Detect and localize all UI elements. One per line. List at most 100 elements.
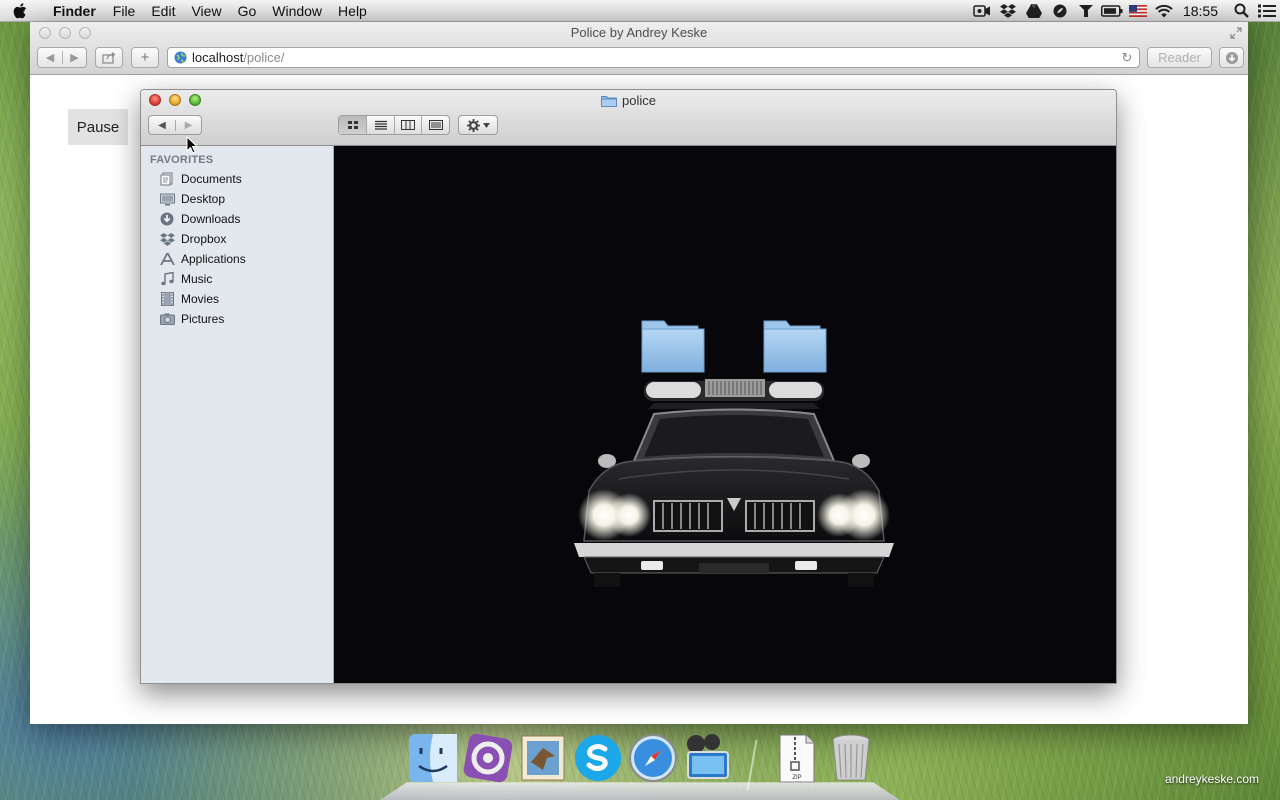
reader-button[interactable]: Reader: [1147, 47, 1212, 68]
wifi-icon[interactable]: [1151, 0, 1177, 22]
url-path: /police/: [243, 50, 285, 65]
alfred-icon[interactable]: [1073, 0, 1099, 22]
sidebar-item-pictures[interactable]: Pictures: [141, 309, 333, 329]
pictures-icon: [159, 311, 175, 327]
movies-icon: [159, 291, 175, 307]
spotlight-icon[interactable]: [1228, 0, 1254, 22]
police-car-artwork: [574, 320, 894, 587]
sidebar-item-documents[interactable]: Documents: [141, 169, 333, 189]
column-view-button[interactable]: [393, 116, 422, 134]
status-area: 18:55: [969, 0, 1280, 22]
sidebar-item-label: Dropbox: [181, 232, 227, 246]
sidebar-item-label: Movies: [181, 292, 220, 306]
menu-file[interactable]: File: [105, 0, 144, 22]
address-bar[interactable]: localhost/police/ ↻: [167, 47, 1140, 68]
web-page: Pause police ◀ ▶ FAVORITES Documents Des…: [30, 75, 1248, 724]
evernote-icon[interactable]: [1047, 0, 1073, 22]
fullscreen-icon[interactable]: [1230, 26, 1242, 39]
sidebar-item-label: Documents: [181, 172, 242, 186]
photo-booth-icon[interactable]: [682, 732, 734, 784]
mail-icon[interactable]: [517, 732, 569, 784]
sidebar-item-movies[interactable]: Movies: [141, 289, 333, 309]
pause-button[interactable]: Pause: [68, 109, 128, 145]
coverflow-view-button[interactable]: [421, 116, 449, 134]
icon-view-button[interactable]: [339, 116, 367, 134]
forward-button[interactable]: ▶: [61, 51, 86, 64]
finder-icon[interactable]: [407, 732, 459, 784]
flag-icon[interactable]: [1125, 0, 1151, 22]
action-menu-button[interactable]: [458, 115, 498, 135]
folder-icon: [601, 96, 618, 107]
dropbox-icon[interactable]: [995, 0, 1021, 22]
sidebar-item-label: Downloads: [181, 212, 241, 226]
watermark-text: andreykeske.com: [1164, 772, 1259, 786]
menu-window[interactable]: Window: [264, 0, 330, 22]
dropbox-icon: [159, 231, 175, 247]
skype-icon[interactable]: [572, 732, 624, 784]
icon-view-icon: [347, 121, 358, 129]
reload-icon[interactable]: ↻: [1115, 50, 1139, 66]
sidebar-item-label: Music: [181, 272, 213, 286]
documents-icon: [159, 171, 175, 187]
browser-title: Police by Andrey Keske: [570, 25, 708, 40]
browser-nav-buttons: ◀ ▶: [37, 47, 87, 68]
folder-icon[interactable]: [763, 320, 827, 373]
trash-icon[interactable]: [825, 732, 877, 784]
safari-window: Police by Andrey Keske ◀ ▶ + localhost/p…: [30, 22, 1248, 724]
notification-center-icon[interactable]: [1254, 0, 1280, 22]
dock: [380, 782, 900, 800]
applications-icon: [159, 251, 175, 267]
finder-sidebar: FAVORITES Documents Desktop Downloads Dr…: [141, 146, 334, 683]
apple-menu-icon[interactable]: [0, 2, 40, 19]
sidebar-item-applications[interactable]: Applications: [141, 249, 333, 269]
menu-go[interactable]: Go: [230, 0, 265, 22]
coverflow-view-icon: [428, 120, 443, 130]
download-icon: [1225, 51, 1238, 64]
system-preferences-icon[interactable]: [462, 732, 514, 784]
facetime-camera-icon[interactable]: [969, 0, 995, 22]
folder-icon[interactable]: [641, 320, 705, 373]
globe-icon: [168, 51, 192, 64]
sidebar-item-music[interactable]: Music: [141, 269, 333, 289]
finder-body: FAVORITES Documents Desktop Downloads Dr…: [141, 146, 1116, 683]
menubar-clock[interactable]: 18:55: [1177, 3, 1228, 19]
share-button[interactable]: [95, 47, 123, 68]
browser-toolbar: Police by Andrey Keske ◀ ▶ + localhost/p…: [30, 22, 1248, 75]
downloads-button[interactable]: [1219, 47, 1244, 68]
finder-content-area: [334, 146, 1116, 683]
safari-icon[interactable]: [627, 732, 679, 784]
sidebar-item-dropbox[interactable]: Dropbox: [141, 229, 333, 249]
battery-icon[interactable]: [1099, 0, 1125, 22]
finder-title-text: police: [622, 93, 656, 108]
finder-forward-button[interactable]: ▶: [174, 119, 201, 131]
add-bookmark-button[interactable]: +: [131, 47, 159, 68]
menu-app-finder[interactable]: Finder: [40, 0, 105, 22]
back-button[interactable]: ◀: [38, 51, 62, 64]
finder-toolbar: police ◀ ▶: [141, 90, 1116, 146]
chevron-down-icon: [482, 122, 490, 128]
url-host: localhost: [192, 50, 244, 65]
zip-archive-icon[interactable]: ZIP: [770, 732, 822, 784]
finder-window: police ◀ ▶ FAVORITES Documents Desktop D…: [140, 89, 1117, 684]
menu-view[interactable]: View: [183, 0, 229, 22]
sidebar-item-desktop[interactable]: Desktop: [141, 189, 333, 209]
menu-help[interactable]: Help: [330, 0, 375, 22]
desktop-icon: [159, 191, 175, 207]
downloads-icon: [159, 211, 175, 227]
sidebar-item-downloads[interactable]: Downloads: [141, 209, 333, 229]
finder-title: police: [141, 93, 1116, 108]
list-view-icon: [374, 120, 387, 130]
sidebar-header-favorites: FAVORITES: [150, 154, 214, 166]
google-drive-icon[interactable]: [1021, 0, 1047, 22]
gear-icon: [466, 118, 480, 132]
menu-edit[interactable]: Edit: [143, 0, 183, 22]
view-mode-segmented: [338, 115, 450, 135]
zip-label: ZIP: [792, 775, 801, 781]
sidebar-item-label: Desktop: [181, 192, 226, 206]
finder-back-button[interactable]: ◀: [149, 120, 175, 131]
sidebar-item-label: Applications: [181, 252, 246, 266]
column-view-icon: [401, 120, 416, 130]
mouse-cursor-icon: [186, 136, 198, 154]
share-icon: [102, 51, 116, 64]
list-view-button[interactable]: [366, 116, 394, 134]
